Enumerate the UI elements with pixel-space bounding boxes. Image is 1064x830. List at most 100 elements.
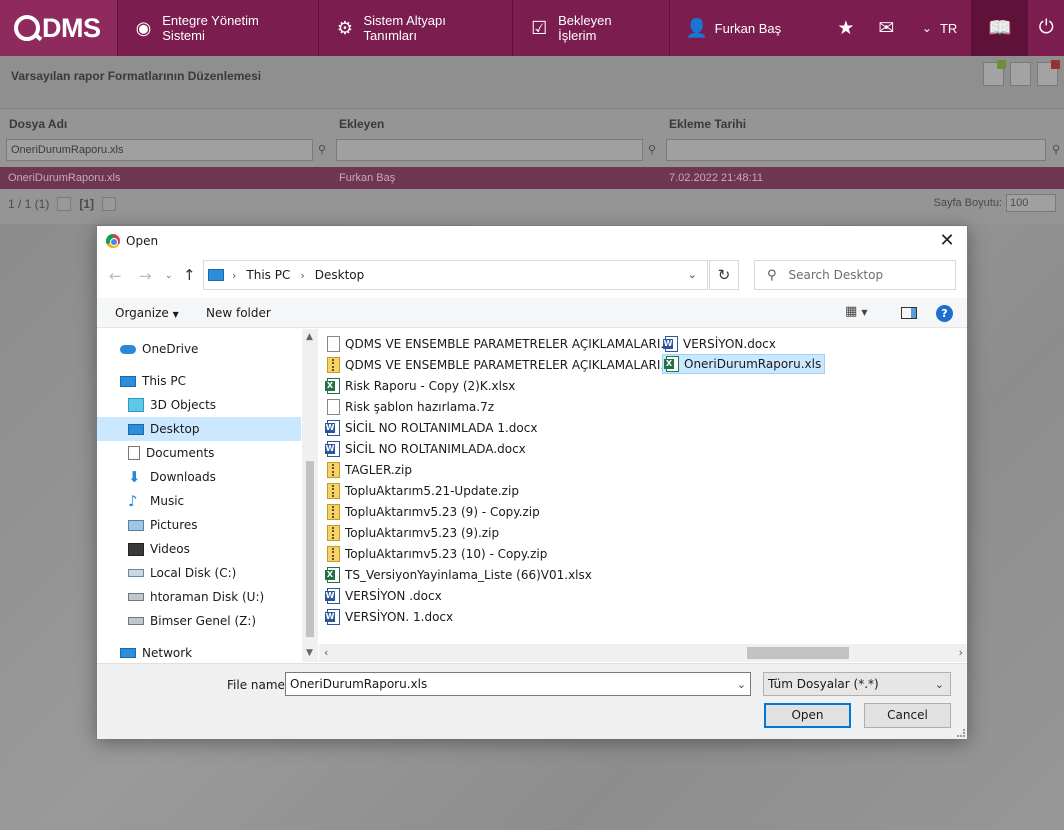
language-selector[interactable]: ⌄ TR <box>908 0 971 56</box>
nav-item-label: Videos <box>150 542 190 556</box>
file-item[interactable]: QDMS VE ENSEMBLE PARAMETRELER AÇIKLAMALA… <box>327 355 684 375</box>
filter-added-by[interactable] <box>336 139 643 161</box>
forward-arrow-icon[interactable]: → <box>139 267 152 285</box>
filter-added-date[interactable] <box>666 139 1046 161</box>
recent-locations-chevron-icon[interactable]: ⌄ <box>165 271 173 281</box>
nav-htoraman-disk-u[interactable]: htoraman Disk (U:) <box>97 585 301 609</box>
scroll-right-icon[interactable]: › <box>959 646 963 659</box>
breadcrumb-desktop[interactable]: Desktop <box>315 268 365 282</box>
cancel-button[interactable]: Cancel <box>864 703 951 728</box>
file-list-horizontal-scrollbar[interactable]: ‹ › <box>319 644 967 662</box>
scrollbar-thumb[interactable] <box>306 461 314 637</box>
file-name: TopluAktarımv5.23 (9).zip <box>345 526 500 540</box>
table-row[interactable]: OneriDurumRaporu.xls Furkan Baş 7.02.202… <box>0 167 1064 189</box>
excel-file-icon <box>664 356 679 372</box>
scroll-up-icon[interactable]: ▲ <box>306 332 313 342</box>
refresh-icon[interactable]: ↻ <box>709 260 739 290</box>
nav-entegre-yonetim[interactable]: ◉ Entegre Yönetim Sistemi <box>116 0 319 56</box>
file-name: VERSİYON.docx <box>683 337 776 351</box>
file-item[interactable]: SİCİL NO ROLTANIMLADA 1.docx <box>325 418 540 438</box>
delete-file-icon[interactable] <box>1037 60 1060 86</box>
cell-file-name: OneriDurumRaporu.xls <box>8 172 121 184</box>
nav-3d-objects[interactable]: 3D Objects <box>97 393 301 417</box>
nav-user-profile[interactable]: 👤 Furkan Baş <box>668 0 820 56</box>
close-icon[interactable]: ✕ <box>935 230 959 252</box>
add-file-icon[interactable] <box>983 60 1006 86</box>
filter-icon[interactable]: ⚲ <box>648 143 658 156</box>
scrollbar-thumb[interactable] <box>747 647 849 659</box>
chevron-down-icon[interactable]: ⌄ <box>737 678 746 691</box>
dialog-titlebar[interactable]: Open ✕ <box>97 226 967 256</box>
nav-network[interactable]: Network <box>97 641 301 665</box>
nav-pictures[interactable]: Pictures <box>97 513 301 537</box>
file-icon[interactable] <box>1010 62 1031 86</box>
qdms-logo[interactable]: DMS <box>0 0 117 56</box>
file-name-value: OneriDurumRaporu.xls <box>290 677 428 691</box>
zip-file-icon <box>327 483 340 499</box>
file-item[interactable]: Risk şablon hazırlama.7z <box>327 397 497 417</box>
preview-pane-icon[interactable] <box>901 307 917 319</box>
book-icon[interactable]: 📖 <box>971 0 1029 56</box>
nav-this-pc[interactable]: This PC <box>97 369 301 393</box>
nav-item-label: 3D Objects <box>150 398 217 412</box>
nav-desktop[interactable]: Desktop <box>97 417 301 441</box>
power-icon[interactable]: ⏻ <box>1028 0 1064 56</box>
file-name: OneriDurumRaporu.xls <box>684 357 822 371</box>
nav-pane-scrollbar[interactable]: ▲ ▼ <box>302 329 318 662</box>
qdms-circle-icon: ◉ <box>135 17 152 38</box>
column-header-added-date[interactable]: Ekleme Tarihi <box>669 117 746 131</box>
file-type-select[interactable]: Tüm Dosyalar (*.*) ⌄ <box>763 672 951 696</box>
word-file-icon <box>325 441 340 457</box>
nav-downloads[interactable]: ⬇ Downloads <box>97 465 301 489</box>
breadcrumb-this-pc[interactable]: This PC <box>246 268 290 282</box>
column-header-added-by[interactable]: Ekleyen <box>339 117 384 131</box>
cell-added-by: Furkan Baş <box>339 172 396 184</box>
file-item[interactable]: TopluAktarımv5.23 (9).zip <box>327 523 502 543</box>
file-item[interactable]: VERSİYON. 1.docx <box>325 607 456 627</box>
file-item[interactable]: QDMS VE ENSEMBLE PARAMETRELER AÇIKLAMALA… <box>327 334 681 354</box>
page-size-select[interactable]: 100 <box>1006 194 1056 212</box>
nav-bimser-genel-z[interactable]: Bimser Genel (Z:) <box>97 609 301 633</box>
filter-icon[interactable]: ⚲ <box>1052 143 1062 156</box>
filter-file-name[interactable]: OneriDurumRaporu.xls <box>6 139 313 161</box>
help-icon[interactable]: ? <box>936 305 953 322</box>
organize-menu[interactable]: Organize ▼ <box>115 306 179 320</box>
scroll-down-icon[interactable]: ▼ <box>306 648 313 658</box>
up-arrow-icon[interactable]: ↑ <box>183 266 196 284</box>
search-input[interactable]: ⚲ Search Desktop <box>754 260 956 290</box>
nav-sistem-altyapi[interactable]: ⚙ Sistem Altyapı Tanımları <box>318 0 513 56</box>
file-item[interactable]: TopluAktarımv5.23 (9) - Copy.zip <box>327 502 543 522</box>
nav-onedrive[interactable]: OneDrive <box>97 337 301 361</box>
file-item[interactable]: VERSİYON .docx <box>325 586 445 606</box>
file-item[interactable]: TAGLER.zip <box>327 460 415 480</box>
nav-label: Bekleyen İşlerim <box>558 13 612 43</box>
scroll-left-icon[interactable]: ‹ <box>324 646 328 659</box>
column-header-file-name[interactable]: Dosya Adı <box>9 117 67 131</box>
back-arrow-icon[interactable]: ← <box>109 267 122 285</box>
nav-documents[interactable]: Documents <box>97 441 301 465</box>
pager-prev-button[interactable] <box>57 197 72 211</box>
file-item[interactable]: TS_VersiyonYayinlama_Liste (66)V01.xlsx <box>325 565 595 585</box>
chevron-down-icon[interactable]: ⌄ <box>688 268 697 281</box>
filter-icon[interactable]: ⚲ <box>318 143 328 156</box>
file-item[interactable]: SİCİL NO ROLTANIMLADA.docx <box>325 439 529 459</box>
file-item[interactable]: VERSİYON.docx <box>663 334 779 354</box>
pager-current[interactable]: [1] <box>79 197 94 211</box>
nav-local-disk-c[interactable]: Local Disk (C:) <box>97 561 301 585</box>
new-folder-button[interactable]: New folder <box>206 306 271 320</box>
view-options-icon[interactable]: ▦ ▼ <box>845 304 868 319</box>
file-item-selected[interactable]: OneriDurumRaporu.xls <box>662 354 826 374</box>
open-button[interactable]: Open <box>764 703 851 728</box>
file-name-input[interactable]: OneriDurumRaporu.xls ⌄ <box>285 672 751 696</box>
file-item[interactable]: Risk Raporu - Copy (2)K.xlsx <box>325 376 518 396</box>
nav-videos[interactable]: Videos <box>97 537 301 561</box>
file-item[interactable]: TopluAktarım5.21-Update.zip <box>327 481 522 501</box>
nav-bekleyen-islerim[interactable]: ☑ Bekleyen İşlerim <box>512 0 669 56</box>
pager-next-button[interactable] <box>102 197 117 211</box>
mail-icon[interactable]: ✉ <box>865 0 908 56</box>
resize-grip-icon[interactable] <box>957 729 965 737</box>
favorites-star-icon[interactable]: ★ <box>827 0 865 56</box>
address-bar[interactable]: › This PC › Desktop ⌄ <box>203 260 708 290</box>
file-item[interactable]: TopluAktarımv5.23 (10) - Copy.zip <box>327 544 550 564</box>
nav-music[interactable]: ♪ Music <box>97 489 301 513</box>
